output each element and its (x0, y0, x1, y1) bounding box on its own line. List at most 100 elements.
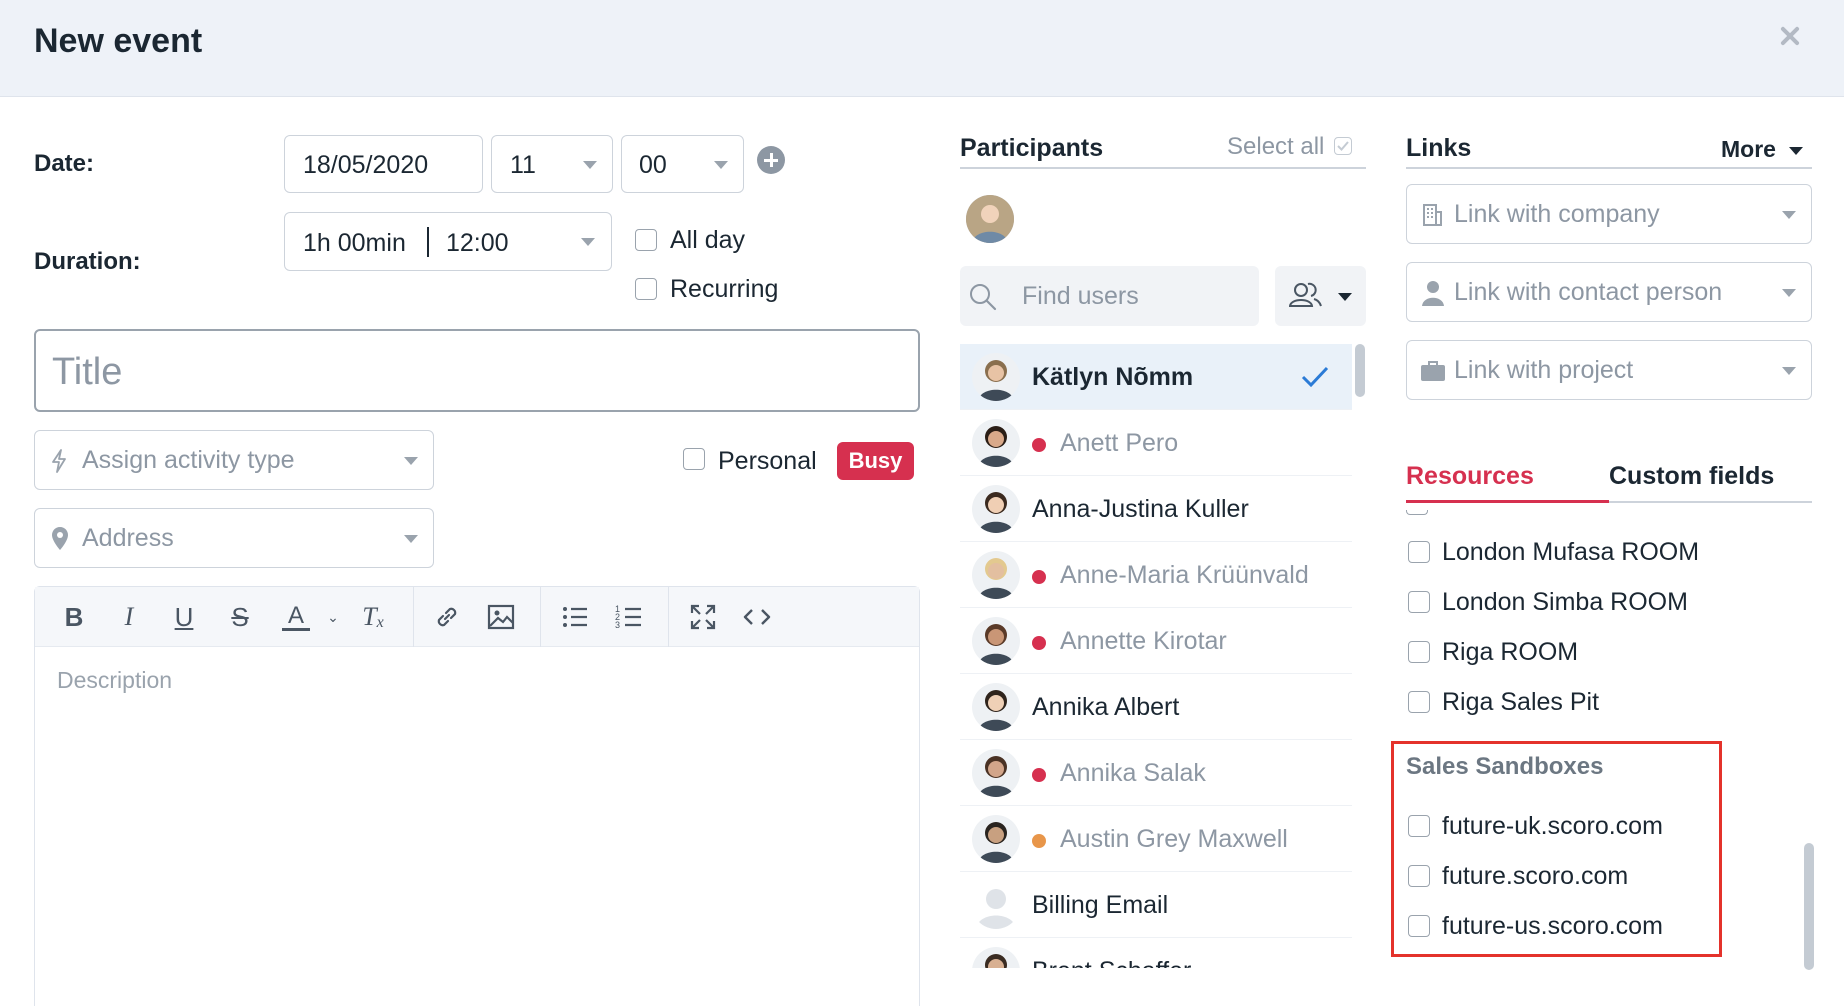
participant-name: Brent Schaffer (1032, 957, 1191, 968)
participant-row[interactable]: Anna-Justina Kuller (960, 476, 1352, 542)
italic-icon[interactable]: I (112, 599, 146, 635)
description-placeholder[interactable]: Description (57, 667, 172, 694)
avatar (972, 947, 1020, 968)
minute-select[interactable]: 00 (621, 135, 744, 193)
fullscreen-icon[interactable] (683, 599, 723, 635)
avatar (972, 485, 1020, 533)
briefcase-icon (1421, 361, 1445, 381)
date-value: 18/05/2020 (303, 151, 429, 179)
link-contact-select[interactable]: Link with contact person (1406, 262, 1812, 322)
avatar (972, 353, 1020, 401)
close-icon[interactable] (1776, 22, 1804, 50)
chevron-down-icon (404, 457, 418, 465)
chevron-down-icon (581, 238, 595, 246)
participant-row[interactable]: Anett Pero (960, 410, 1352, 476)
participant-name: Annika Salak (1060, 759, 1206, 787)
user-groups-button[interactable] (1275, 266, 1366, 326)
recurring-label: Recurring (670, 275, 779, 303)
participant-row[interactable]: Brent Schaffer (960, 938, 1352, 968)
more-chevron-icon[interactable] (1789, 147, 1803, 155)
avatar (972, 881, 1020, 929)
description-editor: B I U S A ⌄ Tx 123 Description (34, 586, 920, 1006)
tab-resources[interactable]: Resources (1406, 462, 1534, 491)
address-select[interactable]: Address (34, 508, 434, 568)
more-dropdown[interactable]: More (1721, 136, 1776, 163)
link-contact-placeholder: Link with contact person (1454, 278, 1723, 306)
participant-row[interactable]: Billing Email (960, 872, 1352, 938)
svg-text:3: 3 (615, 620, 620, 630)
find-users-placeholder: Find users (1022, 282, 1139, 310)
underline-icon[interactable]: U (167, 599, 201, 635)
highlight-annotation-box (1391, 741, 1722, 957)
participant-name: Billing Email (1032, 891, 1169, 919)
participant-row[interactable]: Austin Grey Maxwell (960, 806, 1352, 872)
date-label: Date: (34, 150, 95, 177)
bold-icon[interactable]: B (57, 599, 91, 635)
participant-row[interactable]: Anne-Maria Krüünvald (960, 542, 1352, 608)
participant-row[interactable]: Annika Albert (960, 674, 1352, 740)
duration-select[interactable]: 1h 00min 12:00 (284, 212, 612, 271)
status-dot-icon (1032, 834, 1046, 848)
date-input[interactable]: 18/05/2020 (284, 135, 483, 193)
select-all-checkbox[interactable] (1334, 137, 1352, 155)
dialog-title: New event (34, 22, 203, 60)
strikethrough-icon[interactable]: S (223, 599, 257, 635)
personal-checkbox[interactable] (683, 448, 705, 470)
avatar (972, 815, 1020, 863)
chevron-down-icon (1782, 289, 1796, 297)
room-label: London Simba ROOM (1442, 588, 1688, 616)
link-project-placeholder: Link with project (1454, 356, 1634, 384)
participant-name: Austin Grey Maxwell (1060, 825, 1288, 853)
duration-label: Duration: (34, 248, 141, 275)
status-dot-icon (1032, 636, 1046, 650)
link-company-select[interactable]: Link with company (1406, 184, 1812, 244)
numbered-list-icon[interactable]: 123 (609, 599, 649, 635)
find-users-input[interactable]: Find users (960, 266, 1259, 326)
chevron-down-icon (1782, 211, 1796, 219)
select-all-link[interactable]: Select all (1227, 133, 1324, 161)
room-checkbox[interactable] (1408, 641, 1430, 663)
chevron-down-icon (1338, 293, 1352, 301)
image-icon[interactable] (481, 599, 521, 635)
hour-value: 11 (510, 151, 536, 179)
status-dot-icon (1032, 438, 1046, 452)
hour-select[interactable]: 11 (491, 135, 613, 193)
editor-toolbar: B I U S A ⌄ Tx 123 (35, 587, 919, 647)
room-label: Riga Sales Pit (1442, 688, 1600, 716)
bullet-list-icon[interactable] (555, 599, 595, 635)
participants-scrollbar[interactable] (1355, 344, 1365, 397)
link-icon[interactable] (427, 599, 467, 635)
duration-divider (427, 227, 429, 257)
duration-value: 1h 00min (303, 229, 406, 257)
chevron-down-icon (1782, 367, 1796, 375)
organizer-avatar[interactable] (966, 195, 1014, 243)
lightning-icon (52, 449, 66, 473)
text-color-chevron-icon[interactable]: ⌄ (325, 599, 341, 635)
room-label: Riga ROOM (1442, 638, 1579, 666)
activity-type-select[interactable]: Assign activity type (34, 430, 434, 490)
participant-name: Annette Kirotar (1060, 627, 1227, 655)
personal-label: Personal (718, 447, 817, 475)
clear-format-icon[interactable]: Tx (355, 599, 391, 635)
participant-name: Anett Pero (1060, 429, 1179, 457)
status-dot-icon (1032, 570, 1046, 584)
search-icon (970, 284, 997, 311)
add-time-plus-icon[interactable] (757, 146, 785, 174)
resources-scrollbar[interactable] (1804, 843, 1814, 970)
participant-row[interactable]: Annika Salak (960, 740, 1352, 806)
room-checkbox[interactable] (1408, 591, 1430, 613)
title-input[interactable]: Title (34, 329, 920, 412)
room-checkbox[interactable] (1408, 541, 1430, 563)
room-checkbox[interactable] (1408, 691, 1430, 713)
participant-row[interactable]: Annette Kirotar (960, 608, 1352, 674)
building-icon (1423, 204, 1442, 226)
code-icon[interactable] (737, 599, 777, 635)
link-project-select[interactable]: Link with project (1406, 340, 1812, 400)
text-color-icon[interactable]: A (279, 599, 313, 635)
all-day-checkbox[interactable] (635, 229, 657, 251)
room-label: London Mufasa ROOM (1442, 538, 1700, 566)
busy-badge[interactable]: Busy (837, 442, 914, 480)
tab-custom-fields[interactable]: Custom fields (1609, 462, 1774, 491)
recurring-checkbox[interactable] (635, 278, 657, 300)
participant-row[interactable]: Kätlyn Nõmm (960, 344, 1352, 410)
